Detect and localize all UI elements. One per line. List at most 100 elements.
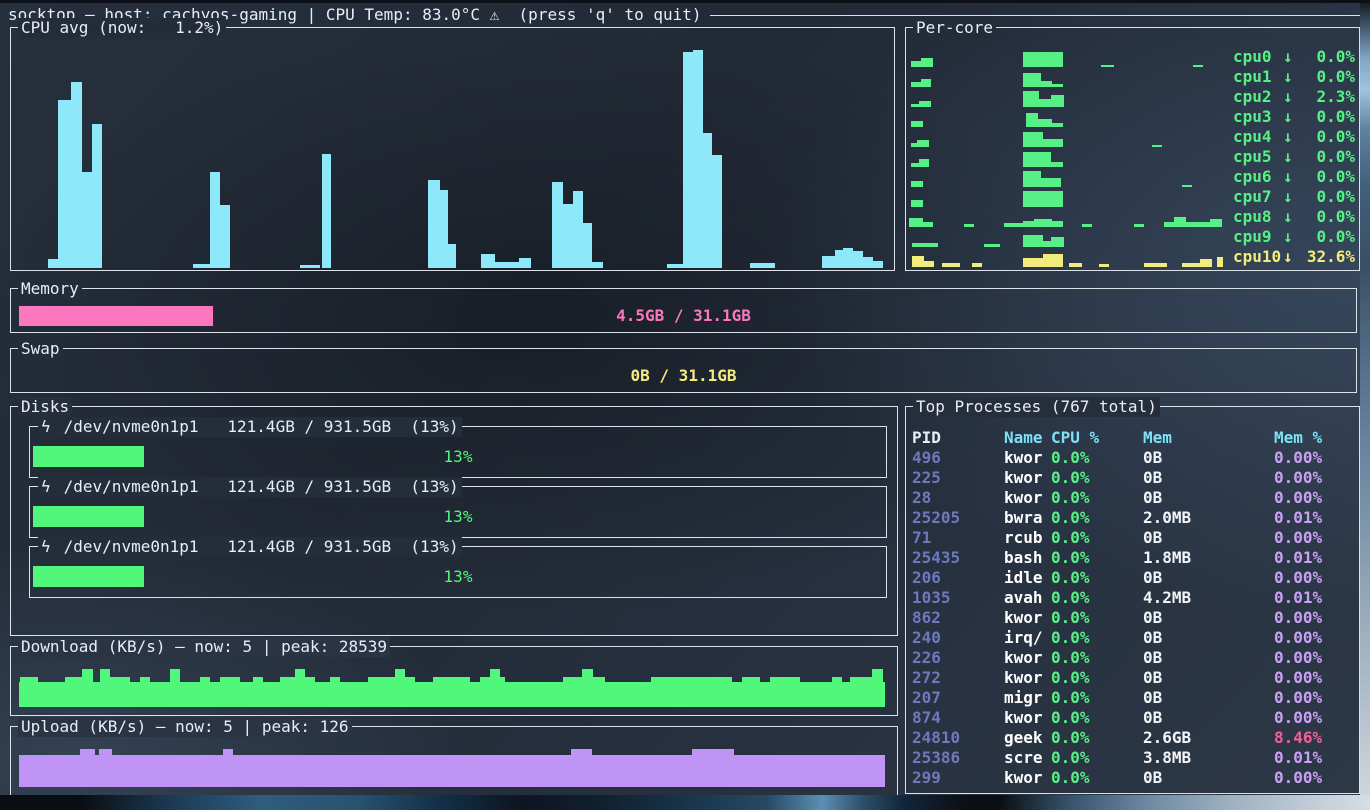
table-row: 874kwor0.0%0B0.00% xyxy=(912,708,1355,728)
disk-title: ϟ/dev/nvme0n1p1 121.4GB / 931.5GB (13%) xyxy=(38,477,462,497)
chart-bar xyxy=(921,58,933,67)
arrow-down-icon: ↓ xyxy=(1283,167,1295,187)
core-name: cpu3 xyxy=(1233,107,1283,127)
process-cpu: 0.0% xyxy=(1051,728,1143,748)
chart-bar xyxy=(440,190,448,268)
chart-bar xyxy=(843,248,853,268)
process-name: scre xyxy=(1004,748,1051,768)
chart-bar xyxy=(305,677,315,707)
process-pid: 25386 xyxy=(912,748,1004,768)
process-mem-percent: 0.00% xyxy=(1274,768,1355,788)
process-cpu: 0.0% xyxy=(1051,628,1143,648)
chart-bar xyxy=(850,677,872,707)
chart-bar xyxy=(200,677,210,707)
process-pid: 862 xyxy=(912,608,1004,628)
process-name: bash xyxy=(1004,548,1051,568)
process-mem: 0B xyxy=(1143,528,1274,548)
core-sparkline xyxy=(909,227,1233,247)
table-row: 272kwor0.0%0B0.00% xyxy=(912,668,1355,688)
table-row: 226kwor0.0%0B0.00% xyxy=(912,648,1355,668)
chart-bar xyxy=(863,257,873,268)
cpu-header: CPU % xyxy=(1051,428,1143,448)
process-mem: 4.2MB xyxy=(1143,588,1274,608)
process-cpu: 0.0% xyxy=(1051,768,1143,788)
chart-bar xyxy=(563,204,573,268)
memory-panel-title: Memory xyxy=(18,279,82,299)
chart-bar xyxy=(1217,257,1223,267)
core-usage-value: 2.3% xyxy=(1295,87,1355,107)
process-cpu: 0.0% xyxy=(1051,748,1143,768)
disk-usage-gauge: 13% xyxy=(33,506,883,527)
chart-bar xyxy=(872,669,883,707)
chart-bar xyxy=(1023,191,1063,207)
process-table: PIDNameCPU %MemMem %496kwor0.0%0B0.00%22… xyxy=(912,428,1355,788)
process-name: migr xyxy=(1004,688,1051,708)
top-processes-panel: Top Processes (767 total) PIDNameCPU %Me… xyxy=(905,406,1360,794)
arrow-down-icon: ↓ xyxy=(1283,247,1295,267)
core-name: cpu8 xyxy=(1233,207,1283,227)
core-sparkline xyxy=(909,127,1233,147)
process-pid: 496 xyxy=(912,448,1004,468)
arrow-down-icon: ↓ xyxy=(1283,147,1295,167)
chart-bar xyxy=(1174,217,1186,227)
process-mem: 2.0MB xyxy=(1143,508,1274,528)
process-mem: 3.8MB xyxy=(1143,748,1274,768)
core-usage-value: 0.0% xyxy=(1295,107,1355,127)
process-mem-percent: 0.00% xyxy=(1274,568,1355,588)
core-sparkline xyxy=(909,87,1233,107)
process-pid: 207 xyxy=(912,688,1004,708)
disk-percent-label: 13% xyxy=(33,506,883,527)
core-sparkline xyxy=(909,67,1233,87)
chart-bar xyxy=(822,256,835,268)
memory-panel: Memory 4.5GB / 31.1GB xyxy=(10,288,1357,333)
process-mem: 0B xyxy=(1143,488,1274,508)
terminal-window: socktop — host: cachyos-gaming | CPU Tem… xyxy=(0,3,1360,795)
chart-bar xyxy=(651,677,732,707)
chart-bar xyxy=(1210,219,1222,227)
chart-bar xyxy=(140,677,150,707)
chart-bar xyxy=(405,677,415,707)
process-name: kwor xyxy=(1004,448,1051,468)
process-pid: 240 xyxy=(912,628,1004,648)
mem-header: Mem xyxy=(1143,428,1274,448)
process-pid: 225 xyxy=(912,468,1004,488)
process-cpu: 0.0% xyxy=(1051,508,1143,528)
chart-bar xyxy=(220,205,230,268)
core-name: cpu2 xyxy=(1233,87,1283,107)
cpu-avg-panel-title: CPU avg (now: 1.2%) xyxy=(18,18,226,38)
core-row: cpu4↓0.0% xyxy=(909,127,1355,147)
core-name: cpu5 xyxy=(1233,147,1283,167)
process-mem: 0B xyxy=(1143,768,1274,788)
core-usage-value: 0.0% xyxy=(1295,47,1355,67)
core-row: cpu5↓0.0% xyxy=(909,147,1355,167)
disk-power-icon: ϟ xyxy=(41,417,51,437)
process-cpu: 0.0% xyxy=(1051,528,1143,548)
arrow-down-icon: ↓ xyxy=(1283,127,1295,147)
core-usage-value: 0.0% xyxy=(1295,167,1355,187)
core-row: cpu6↓0.0% xyxy=(909,167,1355,187)
chart-bar xyxy=(1023,235,1043,247)
chart-bar xyxy=(20,677,38,707)
core-usage-value: 32.6% xyxy=(1295,247,1355,267)
table-row: 225kwor0.0%0B0.00% xyxy=(912,468,1355,488)
chart-bar xyxy=(924,261,934,267)
pid-header: PID xyxy=(912,428,1004,448)
chart-bar xyxy=(220,677,240,707)
disk-item: ϟ/dev/nvme0n1p1 121.4GB / 931.5GB (13%)1… xyxy=(29,546,887,598)
disk-percent-label: 13% xyxy=(33,446,883,467)
core-row: cpu7↓0.0% xyxy=(909,187,1355,207)
disk-title: ϟ/dev/nvme0n1p1 121.4GB / 931.5GB (13%) xyxy=(38,417,462,437)
chart-bar xyxy=(99,749,112,787)
process-table-header: PIDNameCPU %MemMem % xyxy=(912,428,1355,448)
table-row: 207migr0.0%0B0.00% xyxy=(912,688,1355,708)
arrow-down-icon: ↓ xyxy=(1283,87,1295,107)
chart-bar xyxy=(693,50,703,268)
chart-bar xyxy=(280,677,295,707)
chart-bar xyxy=(170,669,180,707)
chart-bar xyxy=(19,755,885,787)
chart-bar xyxy=(873,261,883,268)
disk-power-icon: ϟ xyxy=(41,537,51,557)
process-pid: 25205 xyxy=(912,508,1004,528)
process-pid: 874 xyxy=(912,708,1004,728)
chart-bar xyxy=(712,155,722,268)
